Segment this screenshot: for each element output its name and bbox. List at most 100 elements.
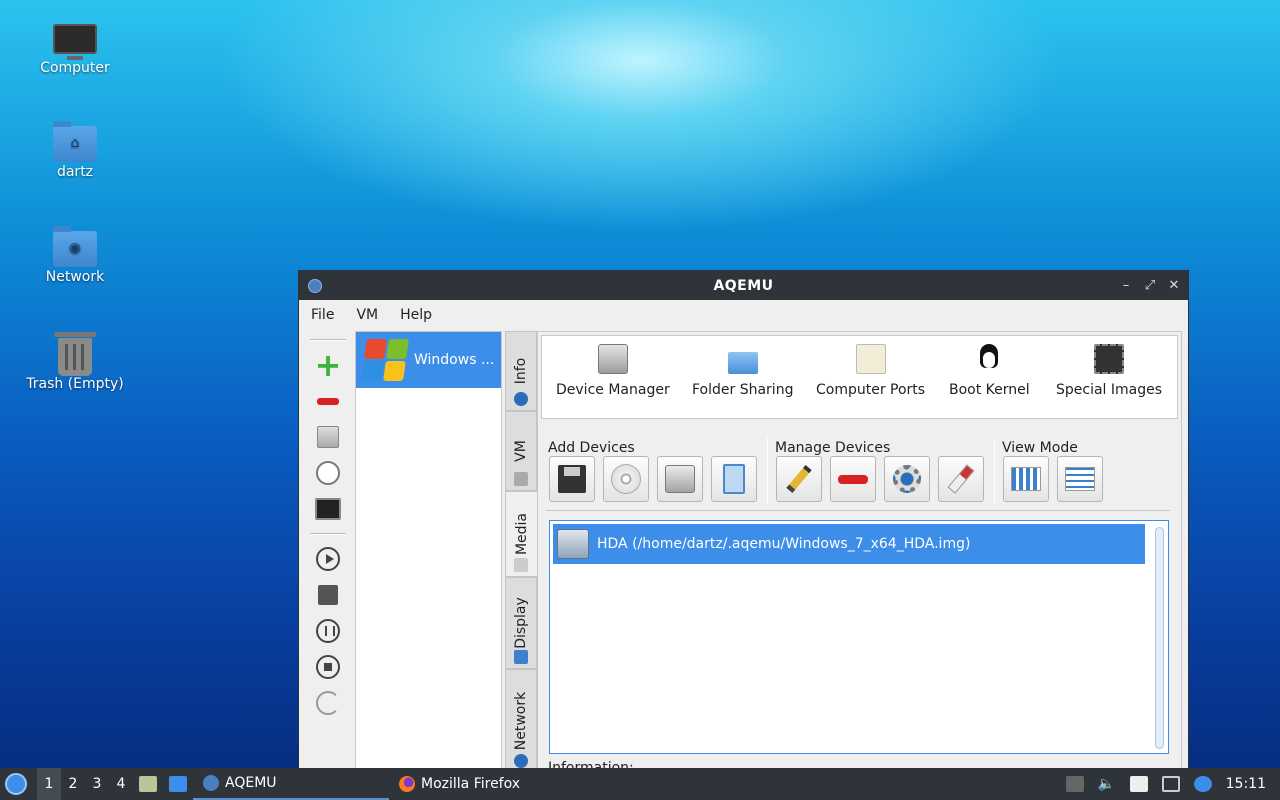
vm-toolbar [303, 333, 353, 769]
edit-device-button[interactable] [776, 456, 822, 502]
folder-icon [727, 352, 758, 374]
toolbar-separator [310, 339, 346, 341]
device-manager-button[interactable]: Device Manager [556, 344, 670, 398]
show-desktop-icon[interactable] [169, 776, 187, 792]
clipboard-icon[interactable] [1129, 776, 1148, 792]
view-icons-button[interactable] [1003, 456, 1049, 502]
task-aqemu[interactable]: AQEMU [193, 768, 389, 800]
desktop-icon-computer[interactable]: Computer [20, 18, 130, 76]
task-firefox[interactable]: Mozilla Firefox [389, 768, 530, 800]
workspace-4[interactable]: 4 [109, 768, 133, 800]
list-view-icon [1065, 467, 1095, 491]
delete-vm-icon[interactable] [314, 387, 342, 415]
terminal-icon[interactable] [314, 495, 342, 523]
clear-device-button[interactable] [938, 456, 984, 502]
device-label: HDA (/home/dartz/.aqemu/Windows_7_x64_HD… [597, 536, 971, 552]
window-title: AQEMU [713, 277, 774, 294]
workspace-1[interactable]: 1 [37, 768, 61, 800]
computer-ports-button[interactable]: Computer Ports [816, 344, 925, 398]
desktop-icon-label: Computer [40, 60, 110, 76]
close-icon[interactable]: ✕ [1168, 278, 1180, 293]
maximize-icon[interactable]: ⤢ [1144, 278, 1156, 293]
start-menu-icon[interactable] [5, 773, 27, 795]
special-images-button[interactable]: Special Images [1056, 344, 1162, 398]
network-icon [514, 754, 528, 768]
aqemu-icon [203, 775, 219, 791]
icon-view-icon [1011, 467, 1041, 491]
aqemu-window: AQEMU – ⤢ ✕ File VM Help Windows ... [298, 270, 1189, 770]
home-folder-icon: ⌂ [53, 121, 97, 162]
usb-icon [855, 344, 886, 374]
remove-icon [838, 474, 868, 484]
desktop-icon-home[interactable]: ⌂ dartz [20, 121, 130, 180]
media-toolbar: Device Manager Folder Sharing Computer P… [541, 335, 1178, 419]
tray-arrow-icon[interactable] [1065, 776, 1084, 792]
taskbar: 1 2 3 4 AQEMU Mozilla Firefox 🔈 15:11 [0, 768, 1280, 800]
tab-info[interactable]: Info [505, 331, 537, 411]
play-icon[interactable] [314, 545, 342, 573]
add-flash-button[interactable] [711, 456, 757, 502]
device-list-scrollbar[interactable] [1155, 527, 1164, 749]
info-icon [514, 392, 528, 406]
tab-display[interactable]: Display [505, 577, 537, 669]
tools-icon [514, 472, 528, 486]
vm-list: Windows ... [355, 331, 502, 769]
desktop-icon-label: dartz [56, 164, 94, 180]
tab-vm[interactable]: VM [505, 411, 537, 491]
snapshot-clock-icon[interactable] [314, 459, 342, 487]
remove-device-button[interactable] [830, 456, 876, 502]
desktop-icon-network[interactable]: ◉ Network [20, 226, 130, 285]
settings-tabs: Info VM Media Display Network [505, 331, 537, 769]
boot-kernel-button[interactable]: Boot Kernel [949, 344, 1030, 398]
clock[interactable]: 15:11 [1226, 776, 1266, 792]
notification-icon[interactable] [1193, 776, 1212, 792]
menubar: File VM Help [299, 300, 1188, 330]
view-list-button[interactable] [1057, 456, 1103, 502]
stop-icon[interactable] [314, 653, 342, 681]
desktop-icon-trash[interactable]: Trash (Empty) [20, 332, 130, 392]
volume-icon[interactable]: 🔈 [1098, 776, 1116, 792]
folder-sharing-button[interactable]: Folder Sharing [692, 344, 793, 398]
desktop-icon-label: Network [45, 269, 105, 285]
add-cdrom-button[interactable] [603, 456, 649, 502]
desktop-icon-label: Trash (Empty) [26, 376, 124, 392]
group-separator [767, 438, 768, 504]
workspace-3[interactable]: 3 [85, 768, 109, 800]
windows-logo-icon [361, 339, 409, 381]
reset-icon[interactable] [314, 689, 342, 717]
menu-file[interactable]: File [311, 307, 334, 323]
memory-card-icon [723, 464, 745, 494]
menu-help[interactable]: Help [400, 307, 432, 323]
network-status-icon[interactable] [1161, 776, 1180, 792]
system-tray: 🔈 15:11 [1065, 776, 1266, 792]
tab-media[interactable]: Media [505, 491, 537, 577]
pause-icon[interactable] [314, 617, 342, 645]
chip-icon [1094, 344, 1125, 374]
file-manager-icon[interactable] [139, 776, 157, 792]
device-properties-button[interactable] [884, 456, 930, 502]
save-state-icon[interactable] [314, 581, 342, 609]
network-folder-icon: ◉ [53, 226, 97, 267]
hard-drive-icon [665, 465, 695, 493]
group-separator [994, 438, 995, 504]
tux-icon [974, 344, 1004, 374]
window-titlebar[interactable]: AQEMU – ⤢ ✕ [299, 271, 1188, 300]
add-vm-icon[interactable] [314, 351, 342, 379]
tab-network[interactable]: Network [505, 669, 537, 769]
add-floppy-button[interactable] [549, 456, 595, 502]
add-hdd-button[interactable] [657, 456, 703, 502]
vm-disk-icon[interactable] [314, 423, 342, 451]
gear-icon [893, 465, 921, 493]
firefox-icon [399, 776, 415, 792]
pencil-icon [786, 464, 812, 494]
toolbar-separator [310, 533, 346, 535]
vm-list-item[interactable]: Windows ... [356, 332, 501, 388]
add-devices-label: Add Devices [548, 440, 635, 456]
device-list-item[interactable]: HDA (/home/dartz/.aqemu/Windows_7_x64_HD… [553, 524, 1145, 564]
menu-vm[interactable]: VM [356, 307, 378, 323]
computer-icon [53, 24, 97, 60]
floppy-icon [558, 465, 586, 493]
workspace-2[interactable]: 2 [61, 768, 85, 800]
minimize-icon[interactable]: – [1120, 278, 1132, 293]
horizontal-separator [546, 510, 1170, 511]
